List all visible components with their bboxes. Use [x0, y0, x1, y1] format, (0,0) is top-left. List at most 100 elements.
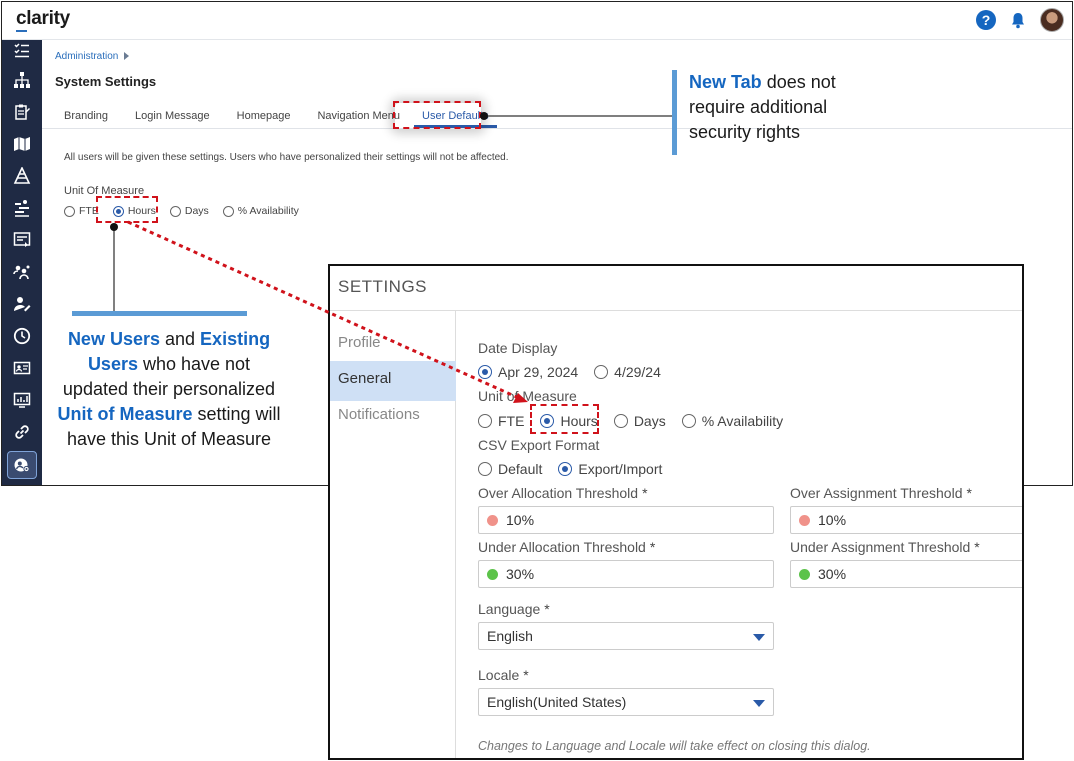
- callout-setting-will: setting will: [192, 404, 281, 424]
- tab-callout-bar: [672, 70, 677, 155]
- callout-existing: Existing: [200, 329, 271, 349]
- chevron-right-icon: [124, 52, 130, 61]
- under-assignment-value: 30%: [818, 566, 847, 582]
- radio-csv-default[interactable]: [478, 462, 492, 476]
- logo-underline: [16, 30, 27, 32]
- date-option-short-label: 4/29/24: [614, 364, 661, 380]
- page-title: System Settings: [55, 74, 157, 89]
- language-locale-note: Changes to Language and Locale will take…: [478, 739, 871, 753]
- info-text: All users will be given these settings. …: [64, 152, 509, 163]
- date-option-long-label: Apr 29, 2024: [498, 364, 579, 380]
- date-option-short[interactable]: 4/29/24: [594, 364, 661, 380]
- hours-highlight-box: [96, 196, 158, 223]
- admin-settings-icon[interactable]: [7, 451, 37, 479]
- map-icon[interactable]: [10, 132, 34, 156]
- users-callout-bar: [72, 311, 247, 316]
- tab-branding[interactable]: Branding: [55, 108, 108, 128]
- language-select[interactable]: English: [478, 622, 774, 650]
- nav-general[interactable]: General: [330, 361, 456, 401]
- team-icon[interactable]: [10, 260, 34, 284]
- csv-format-radio-group: Default Export/Import: [478, 461, 678, 477]
- dialog-uom-availability[interactable]: % Availability: [681, 413, 783, 429]
- under-allocation-label: Under Allocation Threshold *: [478, 539, 655, 555]
- clarity-logo[interactable]: clarity: [16, 8, 70, 30]
- dialog-radio-days[interactable]: [613, 414, 628, 428]
- locale-label-text: Locale: [478, 667, 520, 683]
- breadcrumb: Administration: [55, 51, 130, 62]
- under-allocation-value: 30%: [506, 566, 535, 582]
- breadcrumb-administration[interactable]: Administration: [55, 51, 118, 62]
- csv-option-export-import[interactable]: Export/Import: [558, 461, 662, 477]
- tab-divider: [42, 128, 1072, 129]
- tab-homepage[interactable]: Homepage: [228, 108, 291, 128]
- dialog-radio-fte[interactable]: [478, 414, 492, 428]
- over-assignment-label-text: Over Assignment Threshold: [790, 485, 963, 501]
- over-assignment-input[interactable]: 10%: [790, 506, 1022, 534]
- callout-have-this: have this Unit of Measure: [66, 429, 272, 449]
- under-allocation-input[interactable]: 30%: [478, 560, 774, 588]
- clock-icon[interactable]: [10, 324, 34, 348]
- locale-value: English(United States): [487, 694, 627, 710]
- avatar[interactable]: [1040, 8, 1064, 32]
- date-display-label: Date Display: [478, 340, 558, 356]
- uom-option-days[interactable]: Days: [169, 205, 209, 217]
- radio-csv-export-import[interactable]: [558, 462, 573, 476]
- over-allocation-label: Over Allocation Threshold *: [478, 485, 648, 501]
- dialog-radio-availability[interactable]: [681, 414, 696, 428]
- radio-fte[interactable]: [64, 205, 75, 217]
- over-allocation-dot: [487, 514, 498, 526]
- id-card-icon[interactable]: [10, 356, 34, 380]
- help-icon[interactable]: ?: [976, 10, 996, 30]
- required-mark: *: [649, 539, 656, 555]
- chevron-down-icon: [753, 700, 765, 707]
- radio-days[interactable]: [169, 205, 181, 217]
- callout-tab-line2: require additional: [689, 97, 828, 117]
- nav-profile[interactable]: Profile: [330, 325, 456, 365]
- uom-option-fte[interactable]: FTE: [64, 205, 99, 217]
- radio-date-long[interactable]: [478, 365, 492, 379]
- under-assignment-input[interactable]: 30%: [790, 560, 1022, 588]
- callout-tab-line3: security rights: [689, 122, 801, 142]
- org-chart-icon[interactable]: [10, 164, 34, 188]
- clipboard-icon[interactable]: [10, 100, 34, 124]
- locale-select[interactable]: English(United States): [478, 688, 774, 716]
- list-icon[interactable]: [10, 228, 34, 252]
- dialog-nav: Profile General Notifications: [330, 311, 456, 758]
- dialog-uom-days[interactable]: Days: [613, 413, 666, 429]
- dialog-hours-highlight-box: [530, 404, 599, 434]
- radio-availability[interactable]: [222, 205, 234, 217]
- callout-new-tab: New Tab: [689, 72, 762, 92]
- chevron-down-icon: [753, 634, 765, 641]
- top-bar: clarity ?: [2, 2, 1072, 40]
- csv-format-label: CSV Export Format: [478, 437, 600, 453]
- tab-highlight-box: [393, 101, 481, 129]
- dialog-uom-fte[interactable]: FTE: [478, 413, 524, 429]
- csv-option-default-label: Default: [498, 461, 543, 477]
- date-display-radio-group: Apr 29, 2024 4/29/24: [478, 364, 677, 380]
- callout-and: and: [160, 329, 201, 349]
- nav-notifications[interactable]: Notifications: [330, 397, 456, 437]
- radio-date-short[interactable]: [594, 365, 609, 379]
- tab-login-message[interactable]: Login Message: [126, 108, 210, 128]
- date-option-long[interactable]: Apr 29, 2024: [478, 364, 578, 380]
- chart-icon[interactable]: [10, 388, 34, 412]
- over-allocation-value: 10%: [506, 512, 535, 528]
- under-allocation-label-text: Under Allocation Threshold: [478, 539, 646, 555]
- over-allocation-input[interactable]: 10%: [478, 506, 774, 534]
- uom-option-availability[interactable]: % Availability: [222, 205, 299, 217]
- bell-icon[interactable]: [1008, 10, 1028, 30]
- dialog-title: SETTINGS: [338, 277, 428, 296]
- uom-option-availability-label: % Availability: [237, 205, 299, 217]
- user-edit-icon[interactable]: [10, 292, 34, 316]
- tab-navigation-menu[interactable]: Navigation Menu: [308, 108, 400, 128]
- required-mark: *: [974, 539, 980, 555]
- required-mark: *: [642, 485, 648, 501]
- checklist-icon[interactable]: [10, 38, 34, 62]
- csv-option-export-import-label: Export/Import: [578, 461, 663, 477]
- uom-option-days-label: Days: [184, 205, 209, 217]
- roadmap-icon[interactable]: [10, 196, 34, 220]
- under-assignment-label: Under Assignment Threshold *: [790, 539, 980, 555]
- link-icon[interactable]: [10, 420, 34, 444]
- hierarchy-icon[interactable]: [10, 68, 34, 92]
- csv-option-default[interactable]: Default: [478, 461, 542, 477]
